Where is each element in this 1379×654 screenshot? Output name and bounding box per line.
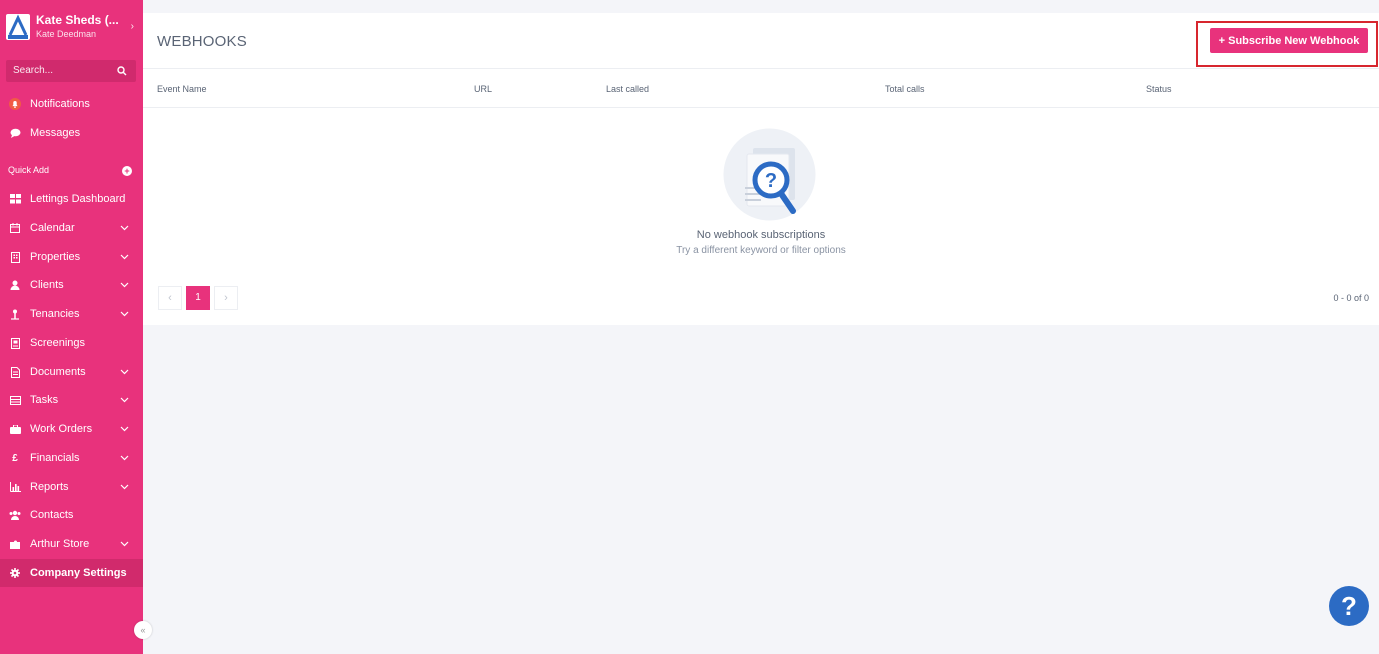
- column-header-event-name[interactable]: Event Name: [157, 84, 207, 94]
- dashboard-icon: [9, 193, 21, 205]
- divider: [143, 68, 1379, 69]
- sidebar-item-calendar[interactable]: Calendar: [0, 214, 143, 242]
- sidebar-item-clients[interactable]: Clients: [0, 271, 143, 299]
- sidebar-item-label: Screenings: [30, 337, 86, 349]
- chevron-down-icon: [120, 541, 129, 547]
- sidebar-item-properties[interactable]: Properties: [0, 243, 143, 271]
- sidebar-item-contacts[interactable]: Contacts: [0, 501, 143, 529]
- empty-state-title: No webhook subscriptions: [696, 229, 826, 241]
- brand-user: Kate Deedman: [36, 29, 97, 39]
- building-icon: [9, 251, 21, 263]
- calendar-icon: [9, 222, 21, 234]
- column-header-total-calls[interactable]: Total calls: [885, 84, 925, 94]
- sidebar-item-arthur-store[interactable]: Arthur Store: [0, 530, 143, 558]
- pagination-range: 0 - 0 of 0: [1333, 293, 1369, 303]
- sidebar-item-label: Tasks: [30, 394, 59, 406]
- sidebar-item-label: Company Settings: [30, 567, 127, 579]
- svg-text:?: ?: [765, 170, 777, 192]
- sidebar-item-work-orders[interactable]: Work Orders: [0, 415, 143, 443]
- key-icon: [9, 308, 21, 320]
- column-header-status[interactable]: Status: [1146, 84, 1172, 94]
- user-icon: [9, 279, 21, 291]
- sidebar-item-label: Documents: [30, 366, 86, 378]
- sidebar-item-tenancies[interactable]: Tenancies: [0, 300, 143, 328]
- sidebar-item-label: Work Orders: [30, 423, 93, 435]
- chevron-down-icon: [120, 282, 129, 288]
- pagination-page-1[interactable]: 1: [186, 286, 210, 310]
- sidebar-item-tasks[interactable]: Tasks: [0, 386, 143, 414]
- sidebar-item-label: Properties: [30, 251, 81, 263]
- puzzle-icon: [9, 538, 21, 550]
- chevron-down-icon: [120, 311, 129, 317]
- briefcase-icon: [9, 423, 21, 435]
- chevron-right-icon: ›: [130, 21, 134, 32]
- chat-icon: [9, 127, 21, 139]
- bar-chart-icon: [9, 481, 21, 493]
- search-input[interactable]: Search...: [13, 65, 53, 76]
- bell-icon: [9, 98, 21, 110]
- chevron-down-icon: [120, 369, 129, 375]
- page-title: WEBHOOKS: [157, 33, 247, 50]
- empty-search-illustration: ?: [723, 128, 816, 221]
- sidebar-item-label: Reports: [30, 481, 69, 493]
- id-card-icon: [9, 337, 21, 349]
- subscribe-new-webhook-button[interactable]: + Subscribe New Webhook: [1210, 28, 1368, 53]
- sidebar-item-label: Arthur Store: [30, 538, 90, 550]
- chevron-down-icon: [120, 484, 129, 490]
- sidebar-item-company-settings[interactable]: Company Settings: [0, 559, 143, 587]
- pound-icon: £: [12, 452, 18, 464]
- list-icon: [9, 394, 21, 406]
- quick-add-label: Quick Add: [8, 165, 50, 175]
- help-button[interactable]: ?: [1329, 586, 1369, 626]
- sidebar-item-lettings-dashboard[interactable]: Lettings Dashboard: [0, 185, 143, 213]
- sidebar-search[interactable]: Search...: [6, 60, 136, 82]
- sidebar-item-label: Tenancies: [30, 308, 80, 320]
- sidebar-item-screenings[interactable]: Screenings: [0, 329, 143, 357]
- collapse-sidebar-button[interactable]: «: [134, 621, 152, 639]
- chevron-down-icon: [120, 426, 129, 432]
- chevron-down-icon: [120, 225, 129, 231]
- sidebar-item-reports[interactable]: Reports: [0, 473, 143, 501]
- arthur-logo: [6, 14, 30, 40]
- document-icon: [9, 366, 21, 378]
- sidebar-item-label: Lettings Dashboard: [30, 193, 126, 205]
- chevron-down-icon: [120, 455, 129, 461]
- sidebar: Kate Sheds (... Kate Deedman › Search...…: [0, 0, 152, 654]
- webhooks-card: WEBHOOKS + Subscribe New Webhook Event N…: [143, 13, 1379, 325]
- sidebar-item-label: Clients: [30, 279, 64, 291]
- pagination-next-button[interactable]: ›: [214, 286, 238, 310]
- sidebar-item-financials[interactable]: £ Financials: [0, 444, 143, 472]
- gear-icon: [9, 567, 21, 579]
- empty-state-subtitle: Try a different keyword or filter option…: [676, 245, 846, 256]
- plus-circle-icon[interactable]: +: [122, 166, 132, 176]
- chevron-down-icon: [120, 397, 129, 403]
- sidebar-item-label: Financials: [30, 452, 80, 464]
- sidebar-item-label: Contacts: [30, 509, 74, 521]
- sidebar-item-messages[interactable]: Messages: [0, 119, 143, 147]
- contacts-icon: [9, 509, 21, 521]
- sidebar-item-notifications[interactable]: Notifications: [0, 90, 143, 118]
- brand-switcher[interactable]: Kate Sheds (... Kate Deedman ›: [6, 12, 138, 42]
- chevron-down-icon: [120, 254, 129, 260]
- brand-name: Kate Sheds (...: [36, 13, 119, 27]
- sidebar-item-documents[interactable]: Documents: [0, 358, 143, 386]
- sidebar-item-label: Calendar: [30, 222, 75, 234]
- sidebar-item-label: Notifications: [30, 98, 90, 110]
- divider: [143, 107, 1379, 108]
- sidebar-item-label: Messages: [30, 127, 81, 139]
- column-header-last-called[interactable]: Last called: [606, 84, 649, 94]
- pagination-prev-button[interactable]: ‹: [158, 286, 182, 310]
- search-icon: [117, 66, 127, 76]
- column-header-url[interactable]: URL: [474, 84, 492, 94]
